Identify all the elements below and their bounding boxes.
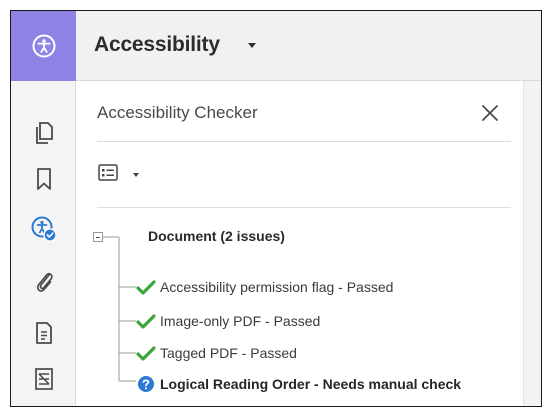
tree-item-label: Tagged PDF - Passed [160,345,297,361]
document-properties-icon [35,322,52,344]
tree-item-label: Logical Reading Order - Needs manual che… [160,376,462,392]
panel-title: Accessibility Checker [97,103,258,122]
accessibility-checker-button[interactable] [11,205,76,253]
bookmark-icon [36,168,51,190]
tree-item-tagged-pdf[interactable]: Tagged PDF - Passed [136,342,297,364]
app-frame: Accessibility Accessibility Checker Docu… [10,10,542,407]
options-chevron-down-icon[interactable] [133,173,139,177]
attachment-icon [36,272,53,292]
tree-item-permission-flag[interactable]: Accessibility permission flag - Passed [136,276,393,298]
collapse-toggle[interactable] [93,232,103,242]
document-properties-button[interactable] [11,309,76,357]
question-icon [136,374,156,394]
attachments-button[interactable] [11,257,76,305]
panel-divider-bottom [97,207,511,208]
checkmark-icon [136,277,156,297]
right-edge-strip [523,81,541,406]
content-icon [34,368,53,390]
close-panel-button[interactable] [478,101,502,125]
accessibility-check-icon [31,216,57,242]
panel-divider-top [97,141,511,142]
tree-item-image-only-pdf[interactable]: Image-only PDF - Passed [136,310,320,332]
bookmarks-button[interactable] [11,155,76,203]
close-icon [482,105,498,121]
tool-menu-title[interactable]: Accessibility [94,33,220,57]
checkmark-icon [136,343,156,363]
options-list-icon [98,164,118,181]
checkmark-icon [136,311,156,331]
page-thumbnails-button[interactable] [11,109,76,157]
tree-item-label: Accessibility permission flag - Passed [160,279,394,295]
tree-item-reading-order[interactable]: Logical Reading Order - Needs manual che… [136,373,461,395]
tool-header: Accessibility [76,11,541,81]
tool-rail [11,11,76,406]
tree-root-label[interactable]: Document (2 issues) [148,228,285,244]
tree-item-label: Image-only PDF - Passed [160,313,321,329]
content-panel-button[interactable] [11,355,76,403]
accessibility-icon [32,34,55,58]
pages-icon [35,122,53,144]
accessibility-tool-button[interactable] [11,11,76,81]
chevron-down-icon[interactable] [248,43,256,48]
